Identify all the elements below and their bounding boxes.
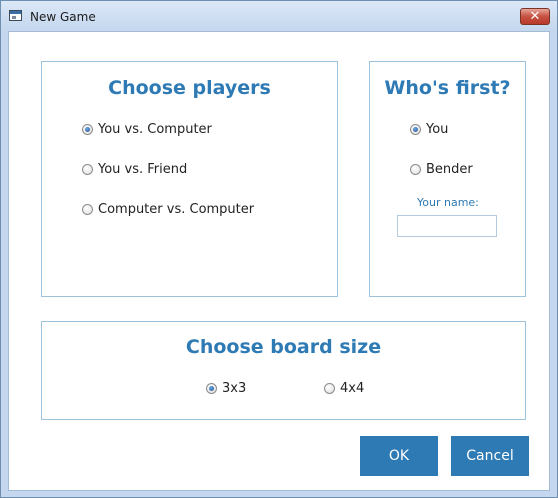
radio-computer-vs-computer-button[interactable]: [82, 204, 93, 215]
radio-you-vs-friend[interactable]: You vs. Friend: [82, 162, 187, 177]
radio-computer-vs-computer[interactable]: Computer vs. Computer: [82, 202, 254, 217]
choose-players-group: Choose players You vs. Computer You vs. …: [41, 61, 338, 297]
radio-board-3x3-button[interactable]: [206, 383, 217, 394]
your-name-input[interactable]: [397, 215, 497, 237]
cancel-button[interactable]: Cancel: [451, 436, 529, 476]
choose-board-size-group: Choose board size 3x3 4x4: [41, 321, 526, 420]
radio-you-vs-friend-button[interactable]: [82, 164, 93, 175]
radio-first-bender-label: Bender: [426, 162, 473, 177]
radio-you-vs-computer-button[interactable]: [82, 124, 93, 135]
close-button[interactable]: ✕: [520, 8, 550, 25]
radio-first-you[interactable]: You: [410, 122, 448, 137]
radio-board-3x3-label: 3x3: [222, 381, 247, 396]
radio-first-you-label: You: [426, 122, 449, 137]
radio-board-4x4-button[interactable]: [324, 383, 335, 394]
window-title: New Game: [30, 10, 96, 24]
choose-players-title: Choose players: [108, 77, 271, 99]
radio-first-you-button[interactable]: [410, 124, 421, 135]
radio-first-bender[interactable]: Bender: [410, 162, 473, 177]
radio-computer-vs-computer-label: Computer vs. Computer: [98, 202, 255, 217]
new-game-window: New Game ✕ Choose players You vs. Comput…: [0, 0, 558, 498]
ok-button[interactable]: OK: [360, 436, 438, 476]
whos-first-title: Who's first?: [384, 77, 511, 99]
radio-board-4x4[interactable]: 4x4: [324, 381, 364, 396]
radio-first-bender-button[interactable]: [410, 164, 421, 175]
radio-you-vs-friend-label: You vs. Friend: [98, 162, 188, 177]
whos-first-group: Who's first? You Bender Your name:: [369, 61, 526, 297]
title-bar[interactable]: New Game ✕: [1, 1, 557, 31]
radio-you-vs-computer[interactable]: You vs. Computer: [82, 122, 212, 137]
dialog-content: Choose players You vs. Computer You vs. …: [8, 31, 550, 491]
radio-board-4x4-label: 4x4: [340, 381, 365, 396]
your-name-label: Your name:: [417, 196, 479, 209]
radio-you-vs-computer-label: You vs. Computer: [98, 122, 212, 137]
close-icon: ✕: [529, 9, 541, 24]
radio-board-3x3[interactable]: 3x3: [206, 381, 246, 396]
app-window-icon: [9, 10, 22, 21]
choose-board-size-title: Choose board size: [185, 336, 382, 358]
